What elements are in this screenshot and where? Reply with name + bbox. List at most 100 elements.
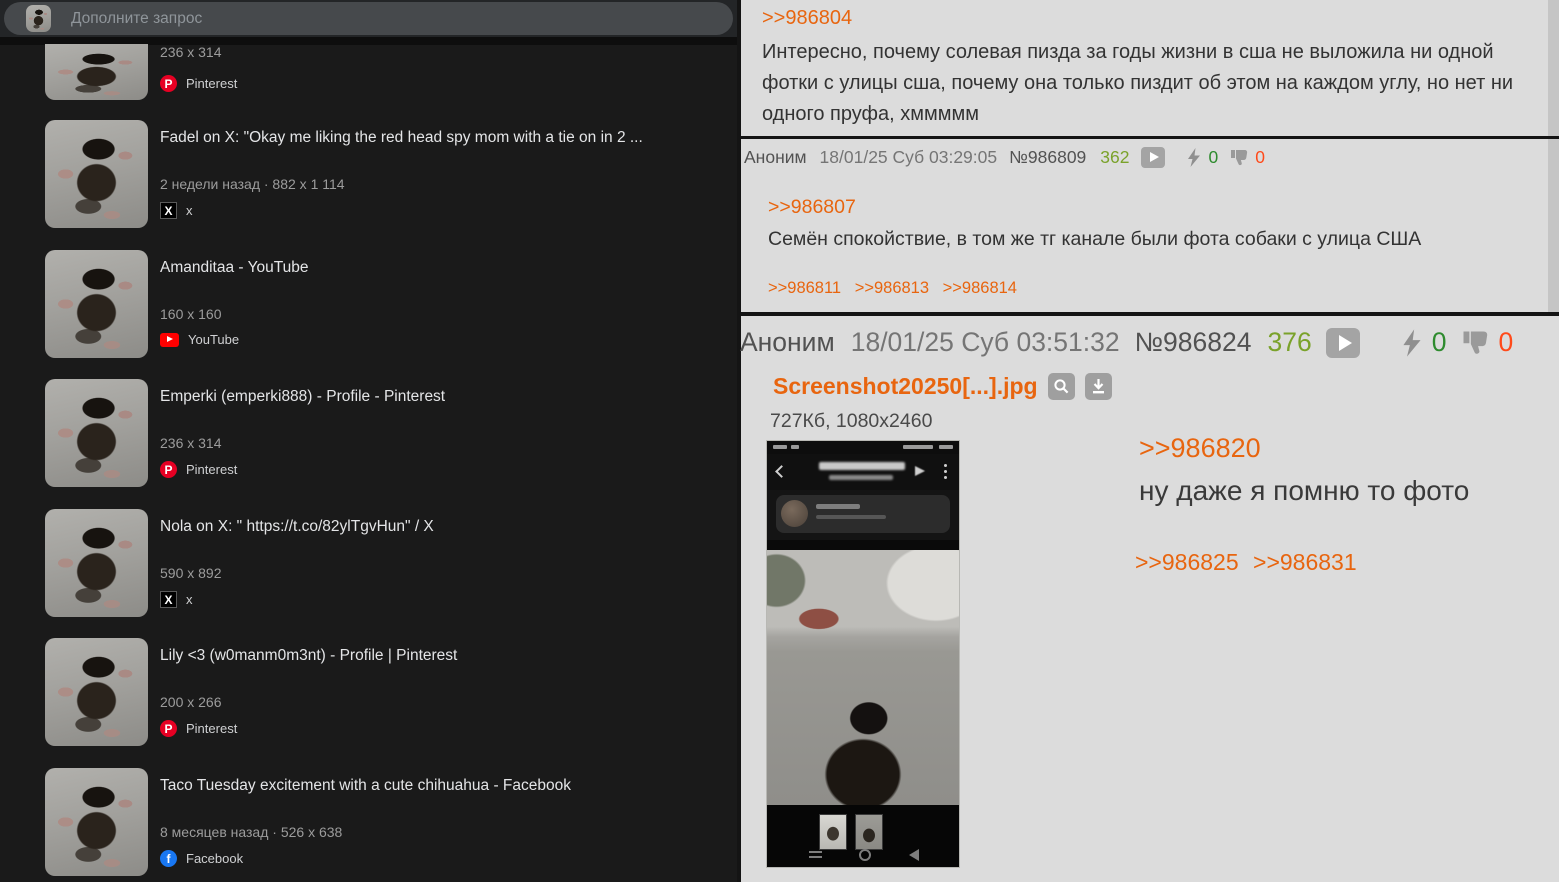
source-label: x <box>186 592 193 607</box>
result-row[interactable]: Fadel on X: "Okay me liking the red head… <box>45 120 730 232</box>
source-label: Pinterest <box>186 721 238 736</box>
back-icon <box>909 849 920 861</box>
reply-backlink[interactable]: >>986811 <box>768 279 841 297</box>
reply-backlink[interactable]: >>986831 <box>1253 549 1357 575</box>
result-row[interactable]: Taco Tuesday excitement with a cute chih… <box>45 768 730 880</box>
upvote-bolt-icon[interactable] <box>1187 148 1201 167</box>
post-number[interactable]: №986809 <box>1009 147 1086 168</box>
file-name-link[interactable]: Screenshot20250[...].jpg <box>773 373 1038 400</box>
pinterest-icon: P <box>160 75 177 92</box>
phone-spacer <box>767 540 959 550</box>
caption-bubble <box>776 495 950 533</box>
recents-icon <box>809 851 823 853</box>
caption-line-blur <box>816 515 886 519</box>
post-count[interactable]: 376 <box>1267 327 1311 358</box>
result-meta: 236 x 314 <box>160 44 222 60</box>
avatar <box>781 500 808 527</box>
search-placeholder: Дополните запрос <box>71 9 203 27</box>
result-row[interactable]: Emperki (emperki888) - Profile - Pintere… <box>45 379 730 491</box>
query-image-thumbnail[interactable] <box>26 5 51 32</box>
post-date: 18/01/25 Суб 03:51:32 <box>850 327 1120 357</box>
reply-backlink[interactable]: >>986814 <box>943 279 1017 297</box>
downvote-thumb-icon[interactable] <box>1462 330 1490 355</box>
phone-bottom-bar <box>767 805 959 867</box>
result-title[interactable]: Emperki (emperki888) - Profile - Pintere… <box>160 388 725 406</box>
result-row[interactable]: Amanditaa - YouTube 160 x 160 YouTube <box>45 250 730 362</box>
reply-quote-link[interactable]: >>986804 <box>762 7 852 29</box>
upvote-bolt-icon[interactable] <box>1402 328 1422 357</box>
reply-backlink[interactable]: >>986813 <box>855 279 929 297</box>
source-label: Pinterest <box>186 76 238 91</box>
post-replies: >>986825 >>986831 <box>1135 549 1365 576</box>
android-nav-bar <box>767 848 959 862</box>
post-body: >>986820 ну даже я помню то фото <box>1139 433 1469 507</box>
x-icon: X <box>160 202 177 219</box>
post-author: Аноним <box>740 327 835 357</box>
reply-backlink[interactable]: >>986825 <box>1135 549 1239 575</box>
scrollbar-track[interactable] <box>1548 0 1559 316</box>
post-author: Аноним <box>744 147 807 167</box>
result-thumbnail[interactable] <box>45 379 148 487</box>
result-thumbnail[interactable] <box>45 638 148 746</box>
result-meta: 2 недели назад · 882 x 1 114 <box>160 176 345 192</box>
pinterest-icon: P <box>160 461 177 478</box>
search-input[interactable]: Дополните запрос <box>4 2 733 35</box>
x-icon: X <box>160 591 177 608</box>
dog-street-photo <box>767 550 959 805</box>
reply-quote-link[interactable]: >>986820 <box>1139 433 1261 463</box>
post-separator <box>741 312 1559 316</box>
post-date: 18/01/25 Суб 03:29:05 <box>819 147 998 167</box>
result-source[interactable]: X x <box>160 591 193 608</box>
result-source[interactable]: f Facebook <box>160 850 243 867</box>
result-title[interactable]: Fadel on X: "Okay me liking the red head… <box>160 129 725 147</box>
gallery-thumb <box>855 814 883 850</box>
expand-media-button[interactable] <box>1325 327 1360 358</box>
panel-divider <box>737 0 741 882</box>
share-icon <box>915 466 925 476</box>
result-row[interactable]: Lily <3 (w0manm0m3nt) - Profile | Pinter… <box>45 638 730 750</box>
result-source[interactable]: P Pinterest <box>160 461 237 478</box>
post-text: Семён спокойствие, в том же тг канале бы… <box>768 228 1422 250</box>
result-title[interactable]: Nola on X: " https://t.co/82ylTgvHun" / … <box>160 518 725 536</box>
channel-subtitle-blur <box>829 475 893 480</box>
downvote-thumb-icon[interactable] <box>1230 149 1249 166</box>
result-meta: 590 x 892 <box>160 565 222 581</box>
pinterest-icon: P <box>160 720 177 737</box>
result-title[interactable]: Taco Tuesday excitement with a cute chih… <box>160 777 725 795</box>
result-title[interactable]: Lily <3 (w0manm0m3nt) - Profile | Pinter… <box>160 647 725 665</box>
result-source[interactable]: P Pinterest <box>160 720 237 737</box>
phone-status-bar <box>767 441 959 454</box>
search-image-button[interactable] <box>1047 373 1075 400</box>
post-count[interactable]: 362 <box>1100 147 1129 168</box>
result-source[interactable]: YouTube <box>160 332 239 347</box>
home-icon <box>859 849 872 861</box>
source-label: Pinterest <box>186 462 238 477</box>
post-separator <box>741 136 1559 139</box>
result-source[interactable]: P Pinterest <box>160 75 237 92</box>
youtube-icon <box>160 332 179 347</box>
result-thumbnail[interactable] <box>45 120 148 228</box>
reply-quote-link[interactable]: >>986807 <box>768 196 856 218</box>
phone-caption-row <box>767 490 959 540</box>
post-text: Интересно, почему солевая пизда за годы … <box>762 41 1514 125</box>
back-arrow-icon <box>775 465 788 478</box>
image-search-panel: Дополните запрос 236 x 314 P Pinterest F… <box>0 0 737 882</box>
result-thumbnail[interactable] <box>45 509 148 617</box>
gallery-thumb <box>819 814 847 850</box>
result-thumbnail[interactable] <box>45 250 148 358</box>
phone-media-header <box>767 454 959 490</box>
post-number[interactable]: №986824 <box>1135 327 1252 358</box>
file-size-label: 727Кб, 1080x2460 <box>770 410 933 432</box>
downvote-count: 0 <box>1255 147 1265 167</box>
result-thumbnail[interactable] <box>45 768 148 876</box>
result-source[interactable]: X x <box>160 202 193 219</box>
post-image-thumbnail[interactable] <box>766 440 960 868</box>
download-button[interactable] <box>1084 373 1112 400</box>
expand-media-button[interactable] <box>1140 147 1165 168</box>
upvote-count: 0 <box>1431 327 1447 357</box>
post-replies: >>986811 >>986813 >>986814 <box>768 279 1026 298</box>
result-row[interactable]: Nola on X: " https://t.co/82ylTgvHun" / … <box>45 509 730 621</box>
result-meta: 200 x 266 <box>160 694 222 710</box>
result-title[interactable]: Amanditaa - YouTube <box>160 259 725 277</box>
result-thumbnail[interactable] <box>45 44 148 100</box>
